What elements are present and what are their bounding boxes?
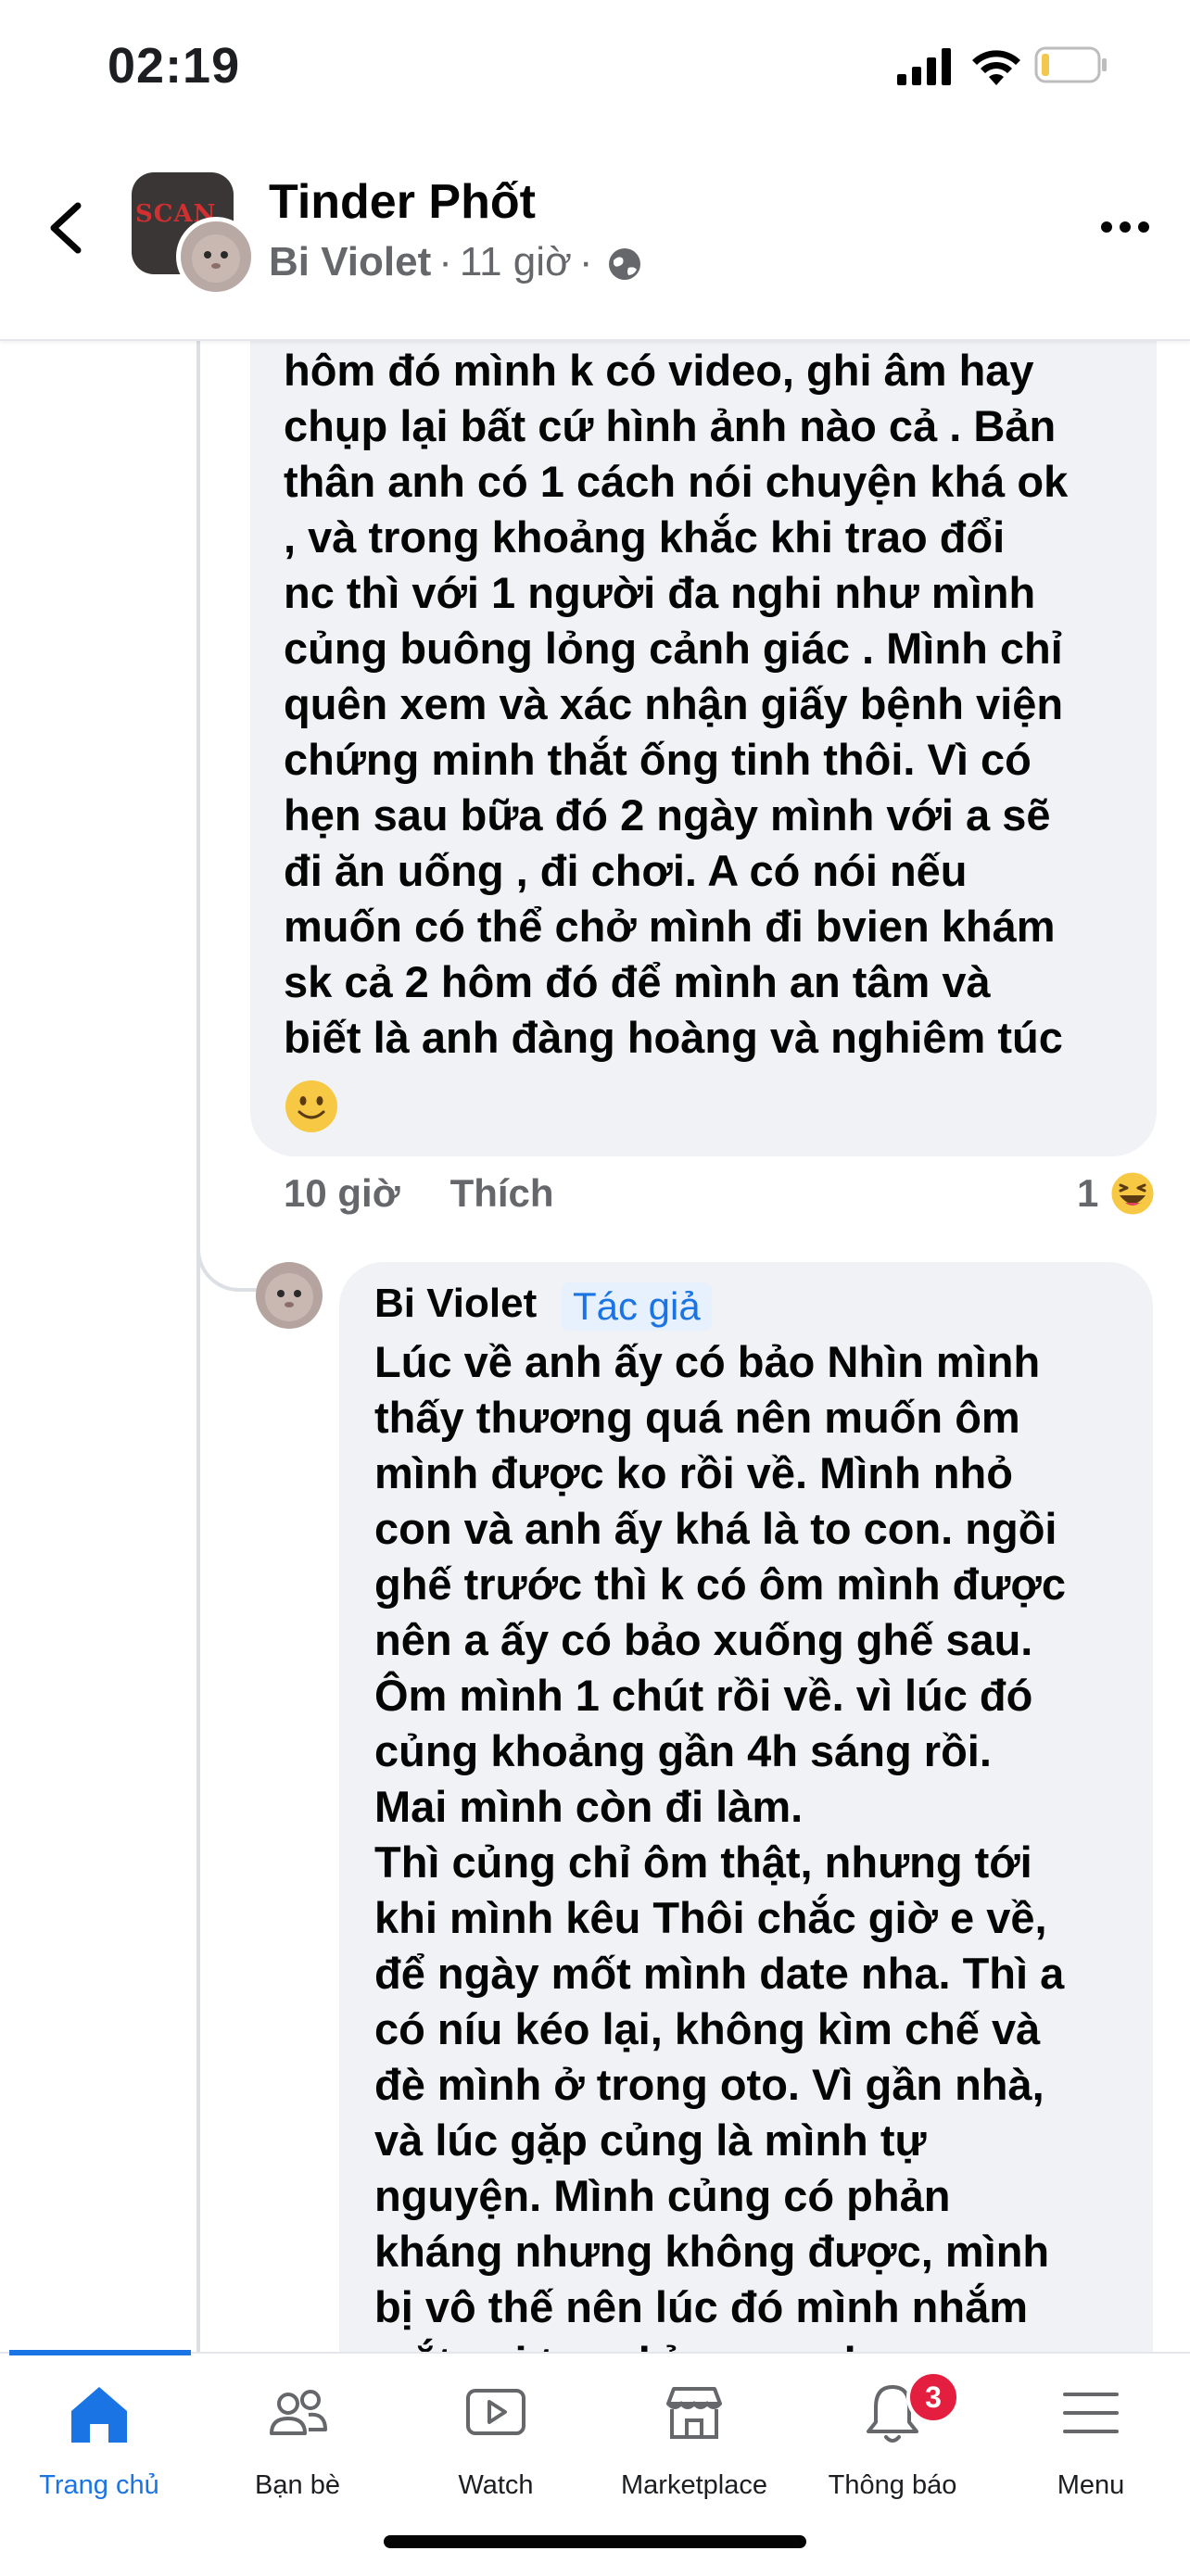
- nav-notifications[interactable]: 3 Thông báo: [793, 2354, 992, 2511]
- home-icon: [71, 2387, 127, 2443]
- status-bar: 02:19: [0, 0, 1190, 139]
- status-time: 02:19: [108, 38, 241, 94]
- post-meta: Bi Violet · 11 giờ ·: [269, 239, 643, 285]
- battery-icon: [1034, 46, 1107, 83]
- friends-icon: [270, 2390, 327, 2435]
- nav-label: Trang chủ: [39, 2470, 159, 2500]
- wifi-icon: [972, 50, 1020, 85]
- comment-actions: 10 giờ Thích: [284, 1171, 554, 1216]
- commenter-avatar[interactable]: [256, 1262, 323, 1329]
- author-badge: Tác giả: [562, 1282, 712, 1331]
- notification-count-badge: 3: [906, 2370, 960, 2424]
- post-author[interactable]: Bi Violet: [269, 239, 431, 284]
- group-title[interactable]: Tinder Phốt: [269, 174, 536, 230]
- more-options-icon[interactable]: [1097, 213, 1153, 241]
- nav-friends[interactable]: Bạn bè: [198, 2354, 397, 2511]
- nav-menu[interactable]: Menu: [992, 2354, 1190, 2511]
- post-header: SCAN Tinder Phốt Bi Violet · 11 giờ ·: [0, 139, 1190, 341]
- marketplace-icon: [666, 2387, 722, 2439]
- watch-icon: [466, 2389, 525, 2435]
- like-button[interactable]: Thích: [450, 1171, 554, 1215]
- smile-emoji-icon: [285, 1080, 337, 1132]
- menu-icon: [1063, 2393, 1119, 2433]
- signal-icon: [897, 48, 951, 85]
- nav-marketplace[interactable]: Marketplace: [595, 2354, 793, 2511]
- thread-line: [196, 339, 200, 2357]
- nav-label: Watch: [458, 2470, 534, 2500]
- nav-home[interactable]: Trang chủ: [0, 2354, 198, 2511]
- cat-face-icon: [192, 234, 240, 283]
- haha-reaction-icon[interactable]: [1108, 1169, 1157, 1218]
- home-indicator[interactable]: [384, 2535, 806, 2548]
- cat-face-icon: [265, 1273, 313, 1321]
- thread-connector: [196, 1205, 265, 1292]
- nav-label: Thông báo: [828, 2470, 957, 2500]
- post-time[interactable]: 11 giờ: [460, 239, 572, 284]
- comment-time: 10 giờ: [284, 1171, 400, 1215]
- author-avatar[interactable]: [176, 217, 256, 297]
- globe-icon: [608, 248, 640, 281]
- back-arrow-icon[interactable]: [41, 191, 93, 265]
- reaction-count[interactable]: 1: [1077, 1171, 1098, 1216]
- comment-text: Lúc về anh ấy có bảo Nhìn mình thấy thươ…: [374, 1337, 1066, 2387]
- nav-label: Marketplace: [621, 2470, 767, 2500]
- comment-author[interactable]: Bi Violet: [374, 1281, 537, 1327]
- comment-text: hôm đó mình k có video, ghi âm hay chụp …: [284, 346, 1069, 1062]
- nav-label: Menu: [1057, 2470, 1125, 2500]
- nav-label: Bạn bè: [255, 2470, 340, 2500]
- nav-watch[interactable]: Watch: [397, 2354, 595, 2511]
